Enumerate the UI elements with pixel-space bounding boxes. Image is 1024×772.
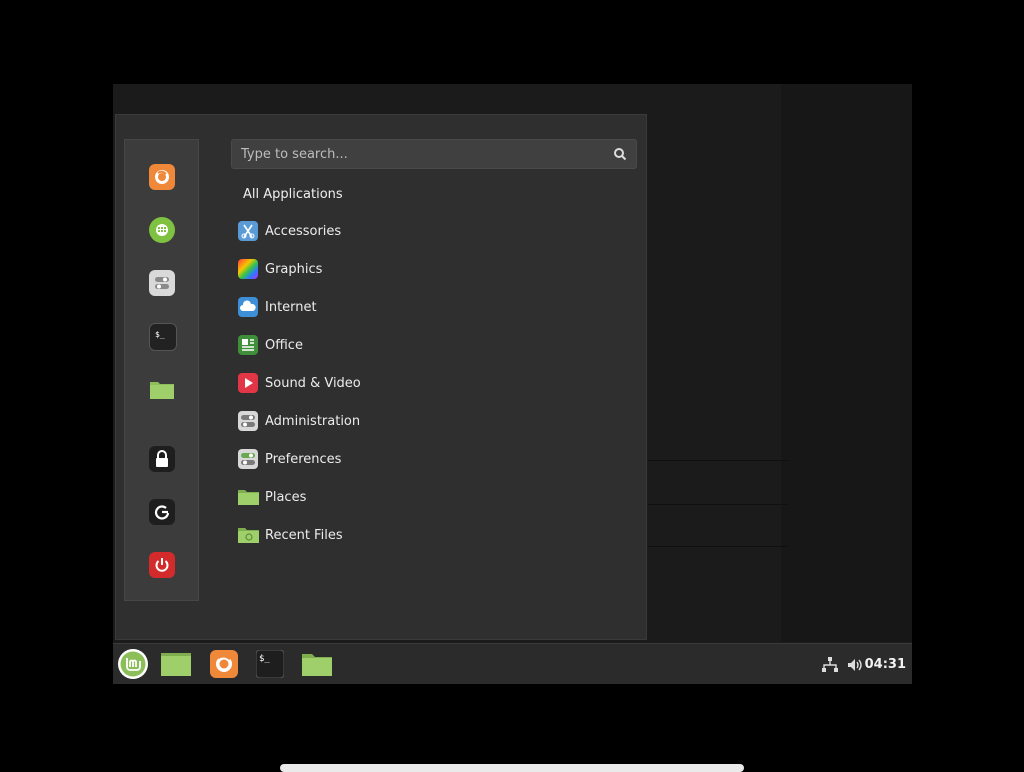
power-off-icon[interactable]	[149, 552, 175, 578]
office-icon	[238, 335, 258, 355]
lock-screen-icon[interactable]	[149, 446, 175, 472]
category-places[interactable]: Places	[238, 483, 618, 511]
network-icon[interactable]	[821, 656, 839, 674]
search-input[interactable]	[232, 140, 620, 168]
category-accessories[interactable]: Accessories	[238, 217, 618, 245]
desktop-line	[648, 546, 788, 547]
system-settings-icon[interactable]	[149, 270, 175, 296]
software-manager-icon[interactable]	[149, 217, 175, 243]
firefox-icon	[210, 650, 238, 678]
category-office[interactable]: Office	[238, 331, 618, 359]
accessories-icon	[238, 221, 258, 241]
category-label: Administration	[265, 413, 361, 429]
folder-icon	[302, 654, 332, 676]
svg-text:$_: $_	[155, 330, 165, 339]
folder-icon	[161, 653, 191, 676]
linux-mint-logo-icon	[118, 649, 148, 679]
show-desktop-button[interactable]	[160, 648, 192, 680]
category-label: Graphics	[265, 261, 323, 277]
desktop-shade	[781, 84, 912, 642]
category-preferences[interactable]: Preferences	[238, 445, 618, 473]
category-label: Accessories	[265, 223, 342, 239]
graphics-icon	[238, 259, 258, 279]
all-applications-label[interactable]: All Applications	[243, 187, 343, 202]
recent-files-folder-icon	[238, 525, 259, 545]
places-folder-icon	[238, 487, 259, 507]
favorites-sidebar: $_	[124, 139, 199, 601]
search-icon[interactable]	[612, 146, 628, 162]
application-menu: $_ All Applications Accessories Graphics	[115, 114, 647, 640]
category-recent-files[interactable]: Recent Files	[238, 521, 618, 549]
logout-icon[interactable]	[149, 499, 175, 525]
category-label: Preferences	[265, 451, 342, 467]
sound-video-icon	[238, 373, 258, 393]
menu-button[interactable]	[116, 648, 150, 680]
category-graphics[interactable]: Graphics	[238, 255, 618, 283]
category-internet[interactable]: Internet	[238, 293, 618, 321]
preferences-icon	[238, 449, 258, 469]
category-administration[interactable]: Administration	[238, 407, 618, 435]
category-sound-video[interactable]: Sound & Video	[238, 369, 618, 397]
terminal-launcher[interactable]: $_	[255, 648, 285, 680]
category-label: Office	[265, 337, 303, 353]
administration-icon	[238, 411, 258, 431]
clock[interactable]: 04:31	[865, 657, 906, 672]
category-label: Sound & Video	[265, 375, 361, 391]
category-label: Internet	[265, 299, 317, 315]
files-icon[interactable]	[149, 376, 175, 402]
terminal-icon: $_	[256, 650, 284, 678]
desktop-line	[648, 504, 788, 505]
category-label: Recent Files	[265, 527, 343, 543]
svg-text:$_: $_	[259, 654, 270, 664]
files-launcher[interactable]	[301, 648, 333, 680]
terminal-icon[interactable]: $_	[149, 323, 177, 351]
firefox-launcher[interactable]	[209, 648, 239, 680]
firefox-icon[interactable]	[149, 164, 175, 190]
search-box	[231, 139, 637, 169]
desktop-line	[648, 460, 788, 461]
volume-icon[interactable]	[846, 656, 864, 674]
category-label: Places	[265, 489, 307, 505]
internet-icon	[238, 297, 258, 317]
overlay-bar	[280, 764, 744, 772]
bottom-panel: $_ 04:31	[113, 643, 912, 684]
